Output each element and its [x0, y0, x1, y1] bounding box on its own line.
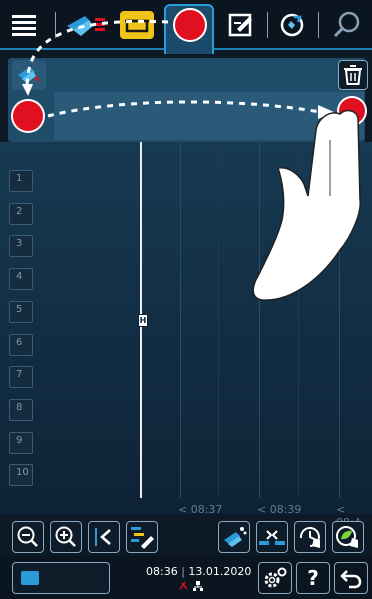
timer-hand-icon[interactable]: [294, 521, 326, 553]
network-status-icon: [179, 581, 203, 591]
status-time: 08:36 | 13.01.2020: [146, 565, 252, 578]
help-icon[interactable]: ?: [296, 562, 330, 594]
back-arrow-icon[interactable]: [334, 562, 368, 594]
chevron-left-icon[interactable]: [88, 521, 120, 553]
date-text: 13.01.2020: [188, 565, 252, 578]
kitchen-slot-button[interactable]: [12, 562, 110, 594]
compress-icon[interactable]: [256, 521, 288, 553]
zoom-out-icon[interactable]: [12, 521, 44, 553]
leaf-hand-icon[interactable]: [332, 521, 364, 553]
time-text: 08:36: [146, 565, 178, 578]
gantt-edit-icon[interactable]: [126, 521, 158, 553]
tray-icon: [21, 571, 39, 585]
clean-icon[interactable]: [218, 521, 250, 553]
zoom-in-icon[interactable]: [50, 521, 82, 553]
drag-gesture-overlay: [22, 19, 361, 301]
hand-pointer-icon: [252, 109, 361, 301]
gear-icon[interactable]: [258, 562, 292, 594]
